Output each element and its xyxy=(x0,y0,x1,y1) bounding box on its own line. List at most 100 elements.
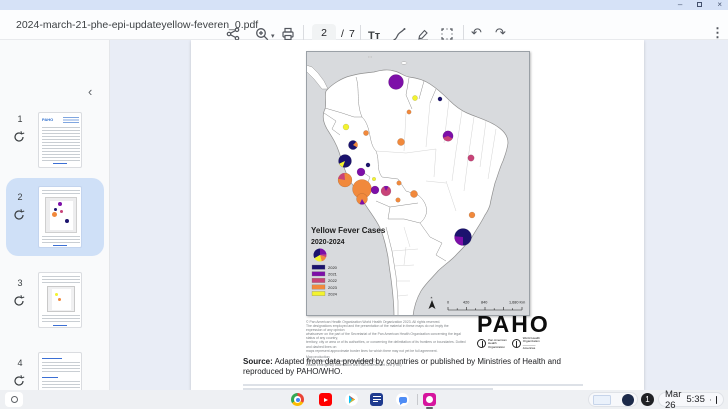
paho-logo: PAHO Pan American Health Organization Wo… xyxy=(477,313,569,351)
thumb-link-line xyxy=(53,325,67,326)
youtube-app-icon[interactable] xyxy=(319,393,332,406)
map-island xyxy=(401,62,407,65)
case-bubble xyxy=(397,181,402,186)
chat-app-icon[interactable] xyxy=(396,393,409,406)
rotate-page-icon[interactable] xyxy=(12,374,26,388)
thumb-text-lines xyxy=(42,315,80,323)
case-bubble xyxy=(397,138,404,145)
map-island xyxy=(369,56,372,58)
legend-swatch-2024 xyxy=(312,291,325,295)
minimize-button[interactable]: – xyxy=(678,0,682,10)
south-america-map: Yellow Fever Cases 2020-2024 20202021202… xyxy=(306,51,530,316)
preview-thumbnail xyxy=(593,395,611,405)
map-legend-title: Yellow Fever Cases xyxy=(311,226,386,235)
print-icon[interactable] xyxy=(281,27,295,41)
attribution-line: maps represent approximate border lines … xyxy=(306,349,466,353)
document-filename: 2024-march-21-phe-epi-updateyellow-fever… xyxy=(16,19,258,31)
legend-year-label: 2022 xyxy=(328,278,338,283)
page-thumbnail-2-selected[interactable] xyxy=(38,186,82,248)
case-bubble xyxy=(371,186,379,194)
case-bubble xyxy=(469,212,475,218)
case-bubble xyxy=(438,97,442,101)
thumb-paho-brand: PAHO xyxy=(42,117,53,122)
case-bubble xyxy=(343,124,349,130)
who-seal: World Health Organization ────── America… xyxy=(512,337,540,351)
legend-swatch-2022 xyxy=(312,278,325,282)
redo-icon[interactable]: ↷ xyxy=(495,26,506,40)
page-number-label: 1 xyxy=(14,114,26,124)
share-icon[interactable] xyxy=(226,27,240,41)
scale-tick-420: 420 xyxy=(463,301,469,305)
page-thumbnail-1[interactable]: PAHO xyxy=(38,112,82,168)
highlighter-icon[interactable] xyxy=(416,27,430,41)
screen-capture-preview[interactable] xyxy=(588,392,638,407)
close-button[interactable]: × xyxy=(717,0,722,10)
who-seal-icon xyxy=(512,339,521,348)
case-bubble xyxy=(372,177,376,181)
case-bubble xyxy=(363,130,368,135)
case-bubble xyxy=(357,168,365,176)
thumb-text-lines xyxy=(42,362,80,374)
case-bubble xyxy=(412,95,417,100)
thumb-text-lines xyxy=(42,276,80,284)
play-store-app-icon[interactable] xyxy=(345,393,358,406)
legend-year-label: 2023 xyxy=(328,285,338,290)
notification-badge[interactable]: 1 xyxy=(641,393,654,406)
rotate-page-icon[interactable] xyxy=(12,208,26,222)
cutoff-text-line xyxy=(243,384,583,386)
zoom-icon[interactable] xyxy=(255,27,269,41)
legend-swatch-2023 xyxy=(312,285,325,289)
paho-seal-text: Pan American Health Organization xyxy=(488,339,507,349)
case-bubble xyxy=(389,75,404,90)
draw-pen-icon[interactable] xyxy=(392,27,406,41)
form-select-icon[interactable] xyxy=(440,27,454,41)
thumb-header-lines xyxy=(63,117,79,123)
active-app-indicator xyxy=(426,407,433,409)
sidebar-collapse-icon[interactable]: ‹ xyxy=(88,84,92,99)
yellow-fever-map: Yellow Fever Cases 2020-2024 20202021202… xyxy=(306,51,530,316)
attribution-line: whatsoever on the part of the Secretaria… xyxy=(306,332,466,340)
legend-swatch-2020 xyxy=(312,265,325,269)
attribution-line: The designations employed and the presen… xyxy=(306,324,466,332)
pdf-toolbar: 2024-march-21-phe-epi-updateyellow-fever… xyxy=(0,10,728,40)
battery-icon xyxy=(716,396,717,404)
who-seal-text: World Health Organization ────── America… xyxy=(523,337,540,351)
launcher-button[interactable] xyxy=(5,392,23,407)
page-total: 7 xyxy=(349,28,355,40)
window-titlebar[interactable]: – × xyxy=(0,0,728,10)
thumb-link-line xyxy=(53,245,67,246)
rotate-page-icon[interactable] xyxy=(12,130,26,144)
case-bubble xyxy=(366,163,370,167)
restore-button[interactable] xyxy=(697,0,702,10)
page-number-label: 4 xyxy=(14,358,26,368)
shelf-date: Mar 26 xyxy=(665,389,681,409)
page-number-label: 2 xyxy=(14,192,26,202)
more-menu-icon[interactable]: ⋮ xyxy=(711,26,724,40)
thumb-text-lines xyxy=(42,236,80,244)
launcher-icon xyxy=(11,396,18,403)
chromeos-screen: – × 2024-march-21-phe-epi-updateyellow-f… xyxy=(0,0,728,409)
shelf-time: 5:35 xyxy=(686,394,705,405)
document-viewport[interactable]: Yellow Fever Cases 2020-2024 20202021202… xyxy=(110,40,728,390)
source-label: Source: xyxy=(243,357,273,366)
chromeos-shelf: 1 Mar 26 5:35 xyxy=(0,390,728,409)
paho-seal: Pan American Health Organization xyxy=(477,339,507,349)
legend-pie-sample xyxy=(314,249,327,262)
gallery-app-icon-active[interactable] xyxy=(423,393,436,406)
legend-year-label: 2021 xyxy=(328,272,338,277)
page-separator: / xyxy=(341,28,344,40)
status-tray[interactable]: Mar 26 5:35 xyxy=(658,392,724,407)
page-number-label: 3 xyxy=(14,278,26,288)
case-bubble xyxy=(468,155,474,161)
case-bubble xyxy=(396,198,401,203)
page-thumbnail-3[interactable] xyxy=(38,272,82,328)
thumbnail-sidebar: ‹ 1 PAHO 2 xyxy=(0,40,110,390)
undo-icon[interactable]: ↶ xyxy=(471,26,482,40)
legend-year-label: 2020 xyxy=(328,265,338,270)
thumb-text-lines xyxy=(42,190,80,195)
paho-logo-text: PAHO xyxy=(477,313,569,335)
wifi-icon xyxy=(710,396,711,404)
blue-document-app-icon[interactable] xyxy=(370,393,383,406)
rotate-page-icon[interactable] xyxy=(12,294,26,308)
chrome-app-icon[interactable] xyxy=(291,393,304,406)
